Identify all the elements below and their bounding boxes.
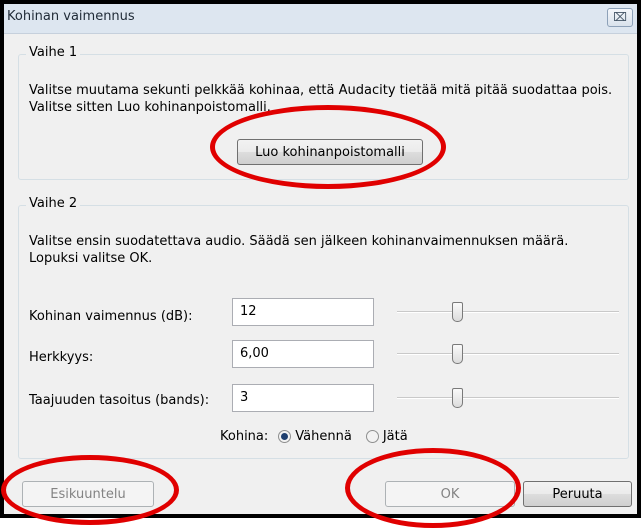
keep-radio[interactable] xyxy=(365,430,379,443)
step2-instructions-line1: Valitse ensin suodatettava audio. Säädä … xyxy=(29,234,569,249)
preview-button[interactable]: Esikuuntelu xyxy=(22,481,154,507)
frequency-smoothing-label: Taajuuden tasoitus (bands): xyxy=(29,393,210,408)
noise-option-row: Kohina: Vähennä Jätä xyxy=(220,429,408,444)
slider-thumb[interactable] xyxy=(451,388,463,408)
ok-button-label: OK xyxy=(440,486,460,502)
cancel-button[interactable]: Peruuta xyxy=(523,481,632,507)
slider-thumb[interactable] xyxy=(451,344,463,364)
frequency-smoothing-input[interactable]: 3 xyxy=(232,384,374,412)
slider-track xyxy=(397,397,619,399)
create-noise-profile-button[interactable]: Luo kohinanpoistomalli xyxy=(237,139,423,165)
reduce-radio[interactable] xyxy=(278,430,292,443)
step1-legend: Vaihe 1 xyxy=(26,45,81,60)
slider-track xyxy=(397,311,619,313)
reduce-radio-label[interactable]: Vähennä xyxy=(295,429,352,444)
sensitivity-label: Herkkyys: xyxy=(29,350,94,365)
cancel-button-label: Peruuta xyxy=(552,486,603,502)
create-noise-profile-label: Luo kohinanpoistomalli xyxy=(255,144,405,160)
noise-reduction-db-input[interactable]: 12 xyxy=(232,298,374,326)
noise-label: Kohina: xyxy=(220,429,269,444)
title-bar[interactable]: Kohinan vaimennus ⌧ xyxy=(4,4,637,34)
noise-reduction-db-label: Kohinan vaimennus (dB): xyxy=(29,309,193,324)
sensitivity-input[interactable]: 6,00 xyxy=(232,340,374,368)
slider-track xyxy=(397,353,619,355)
slider-thumb[interactable] xyxy=(451,302,463,322)
step2-legend: Vaihe 2 xyxy=(26,196,81,211)
noise-reduction-dialog: Kohinan vaimennus ⌧ Vaihe 1 Valitse muut… xyxy=(0,0,641,518)
close-icon: ⌧ xyxy=(613,10,627,24)
sensitivity-slider[interactable] xyxy=(397,342,619,366)
step1-instructions-line1: Valitse muutama sekunti pelkkää kohinaa,… xyxy=(29,83,613,98)
noise-reduction-db-slider[interactable] xyxy=(397,300,619,324)
step2-instructions-line2: Lopuksi valitse OK. xyxy=(29,251,153,266)
step1-instructions-line2: Valitse sitten Luo kohinanpoistomalli. xyxy=(29,100,271,115)
keep-radio-label[interactable]: Jätä xyxy=(383,429,408,444)
frequency-smoothing-slider[interactable] xyxy=(397,386,619,410)
ok-button[interactable]: OK xyxy=(385,481,515,507)
window-title: Kohinan vaimennus xyxy=(7,9,135,24)
preview-button-label: Esikuuntelu xyxy=(50,486,126,502)
close-button[interactable]: ⌧ xyxy=(607,8,633,27)
